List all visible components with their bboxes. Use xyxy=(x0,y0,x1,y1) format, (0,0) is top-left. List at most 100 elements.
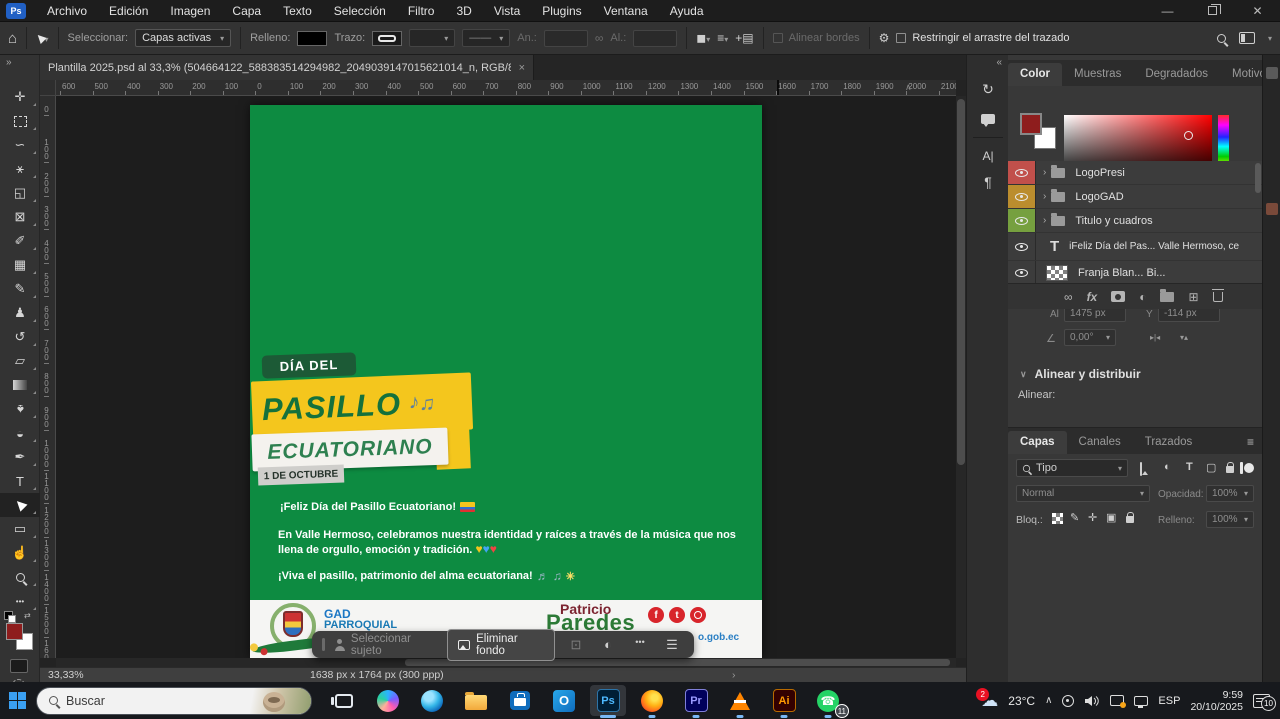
filter-type-icon[interactable]: T xyxy=(1186,461,1193,473)
quick-mask-icon[interactable] xyxy=(10,659,28,673)
menu-item-imagen[interactable]: Imagen xyxy=(159,2,221,20)
taskbar-search[interactable]: Buscar xyxy=(36,687,312,715)
align-edges-checkbox[interactable]: Alinear bordes xyxy=(773,32,860,44)
align-section-header[interactable]: ∨Alinear y distribuir xyxy=(1020,367,1141,381)
paragraph-icon[interactable]: ¶ xyxy=(972,168,1004,196)
notifications-icon[interactable]: 10 xyxy=(1253,694,1270,708)
status-chevron-icon[interactable]: › xyxy=(732,669,736,681)
layer-row[interactable]: Franja Blan... Bi... xyxy=(1008,261,1262,283)
height-input[interactable] xyxy=(633,30,677,47)
contrast-icon[interactable]: ◐ xyxy=(596,637,620,653)
ruler-corner[interactable] xyxy=(40,80,56,96)
opacity-field[interactable]: 100%▾ xyxy=(1206,485,1254,502)
language-indicator[interactable]: ESP xyxy=(1158,695,1180,707)
history-brush-tool[interactable]: ↺ xyxy=(0,325,40,349)
link-layers-icon[interactable]: ∞ xyxy=(1064,290,1073,304)
layer-visibility-cell[interactable] xyxy=(1008,185,1036,208)
instagram-icon[interactable] xyxy=(690,607,706,623)
filter-shape-icon[interactable]: ▢ xyxy=(1206,461,1216,474)
menu-item-capa[interactable]: Capa xyxy=(221,2,272,20)
quick-selection-tool[interactable]: ⚹ xyxy=(0,157,40,181)
path-selection-tool[interactable]: ▶ xyxy=(0,493,40,517)
layers-scrollbar[interactable] xyxy=(1255,163,1261,193)
collapse-left-icon[interactable]: » xyxy=(6,57,12,68)
menu-item-vista[interactable]: Vista xyxy=(483,2,531,20)
tab-muestras[interactable]: Muestras xyxy=(1062,63,1133,86)
taskbar-app-edge[interactable] xyxy=(410,682,454,719)
weather-icon[interactable]: ☁2 xyxy=(981,691,998,711)
taskbar-app-copilot[interactable] xyxy=(366,682,410,719)
taskbar-app-firefox[interactable] xyxy=(630,682,674,719)
lock-transparency-icon[interactable] xyxy=(1052,513,1063,524)
type-tool[interactable]: T xyxy=(0,469,40,493)
default-colors-icon[interactable] xyxy=(4,611,13,620)
transform-icon[interactable]: ⊡ xyxy=(564,637,588,653)
width-input[interactable] xyxy=(544,30,588,47)
foreground-swatch[interactable] xyxy=(1020,113,1042,135)
gradient-tool[interactable] xyxy=(0,373,40,397)
layer-row[interactable]: TiFeliz Día del Pas... Valle Hermoso, ce xyxy=(1008,233,1262,261)
select-mode-dropdown[interactable]: Capas activas▾ xyxy=(135,29,231,47)
sliders-icon[interactable]: ☰ xyxy=(660,637,684,653)
search-highlight-image[interactable] xyxy=(227,688,311,715)
fill-swatch[interactable] xyxy=(297,31,327,46)
history-icon[interactable]: ↻ xyxy=(972,75,1004,103)
cast-icon[interactable] xyxy=(1110,695,1124,706)
healing-brush-tool[interactable]: ▦ xyxy=(0,253,40,277)
lasso-tool[interactable]: ∽ xyxy=(0,133,40,157)
tab-color[interactable]: Color xyxy=(1008,63,1062,86)
taskbar-app-task-view[interactable] xyxy=(322,682,366,719)
layer-visibility-cell[interactable] xyxy=(1008,261,1036,283)
frame-tool[interactable]: ⊠ xyxy=(0,205,40,229)
tab-degradados[interactable]: Degradados xyxy=(1133,63,1220,86)
menu-item-ventana[interactable]: Ventana xyxy=(593,2,659,20)
hand-tool[interactable]: ☝ xyxy=(0,541,40,565)
blur-tool[interactable]: ♠ xyxy=(0,397,40,421)
canvas-area[interactable]: DÍA DEL PASILLO ♪♫ ECUATORIANO 1 DE OCTU… xyxy=(56,96,956,658)
home-icon[interactable]: ⌂ xyxy=(8,30,17,47)
twitter-icon[interactable]: t xyxy=(669,607,685,623)
link-dimensions-icon[interactable]: ∞ xyxy=(595,31,604,45)
taskbar-app-vlc[interactable] xyxy=(718,682,762,719)
layer-row[interactable]: ›Titulo y cuadros xyxy=(1008,209,1262,233)
taskbar-app-file-explorer[interactable] xyxy=(454,682,498,719)
tab-menu-icon[interactable]: ≡ xyxy=(1247,435,1254,454)
collapsed-panel-icon[interactable] xyxy=(1266,203,1278,215)
gear-icon[interactable]: ⚙ xyxy=(879,31,890,45)
pathfinder-icon[interactable]: ◼▾ xyxy=(696,31,710,45)
blend-mode-dropdown[interactable]: Normal▾ xyxy=(1016,485,1150,502)
expand-icon[interactable]: › xyxy=(1043,167,1046,178)
layer-row[interactable]: ›LogoGAD xyxy=(1008,185,1262,209)
eyedropper-tool[interactable]: ✐ xyxy=(0,229,40,253)
taskbar-app-illustrator[interactable]: Ai xyxy=(762,682,806,719)
new-group-icon[interactable] xyxy=(1160,292,1174,302)
lock-all-icon[interactable] xyxy=(1126,514,1134,526)
tab-trazados[interactable]: Trazados xyxy=(1133,431,1205,454)
collapsed-panel-icon[interactable] xyxy=(1266,67,1278,79)
foreground-color[interactable] xyxy=(6,623,23,640)
document-tab[interactable]: Plantilla 2025.psd al 33,3% (504664122_5… xyxy=(40,55,534,80)
delete-layer-icon[interactable] xyxy=(1213,292,1223,302)
volume-icon[interactable] xyxy=(1084,695,1100,707)
lock-artboard-icon[interactable]: ▣ xyxy=(1106,511,1116,524)
layer-visibility-cell[interactable] xyxy=(1008,161,1036,184)
ruler-collapse-icon[interactable]: ∧ xyxy=(905,82,912,93)
restore-button[interactable] xyxy=(1190,0,1235,22)
adjustment-layer-icon[interactable]: ◐ xyxy=(1139,290,1146,304)
menu-item-3d[interactable]: 3D xyxy=(445,2,482,20)
smudge-tool[interactable]: ◒ xyxy=(0,421,40,445)
remove-background-button[interactable]: Eliminar fondo xyxy=(447,629,555,661)
tab-capas[interactable]: Capas xyxy=(1008,431,1067,454)
pen-tool[interactable]: ✒ xyxy=(0,445,40,469)
arrange-icon[interactable]: +▤ xyxy=(735,31,753,45)
zoom-level[interactable]: 33,33% xyxy=(48,669,108,681)
flip-vertical-icon[interactable]: ▾▴ xyxy=(1180,333,1188,342)
angle-field[interactable]: 0,00°▾ xyxy=(1064,329,1116,346)
workspace-icon[interactable] xyxy=(1239,32,1255,44)
filter-adjustment-icon[interactable]: ◐ xyxy=(1164,461,1171,473)
taskbar-app-whatsapp[interactable]: ☎11 xyxy=(806,682,850,719)
shape-tool[interactable]: ▭ xyxy=(0,517,40,541)
network-icon[interactable] xyxy=(1134,696,1148,706)
fill-field[interactable]: 100%▾ xyxy=(1206,511,1254,528)
swap-colors-icon[interactable]: ⇄ xyxy=(24,611,31,620)
